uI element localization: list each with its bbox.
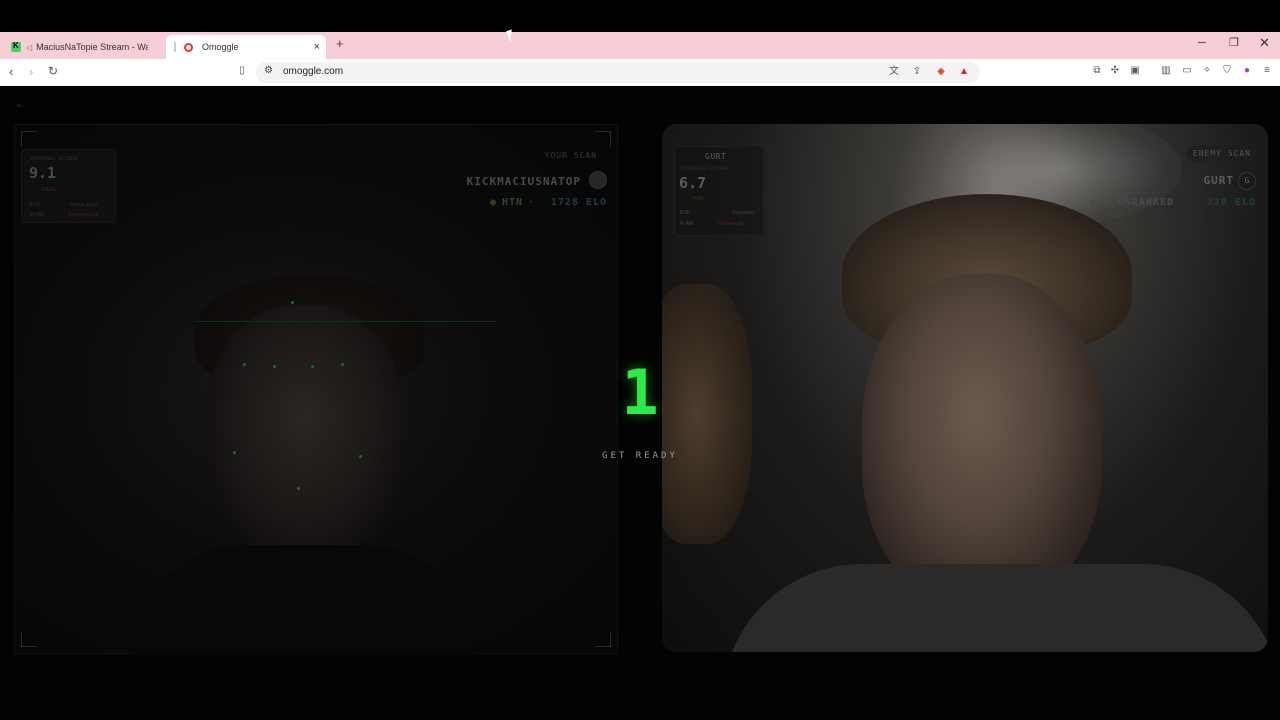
bookmark-icon[interactable]: ▯ — [236, 65, 248, 77]
brave-shields-icon[interactable]: ◆ — [935, 66, 947, 78]
enemy-rank: UNRANKED — [1117, 197, 1174, 208]
your-elo: 1728 ELO — [550, 197, 607, 208]
score-title: OVERALL SCORE — [680, 166, 729, 172]
wallet-icon[interactable]: ▭ — [1181, 65, 1193, 77]
stat-key: EYE — [30, 202, 41, 208]
browser-tab-strip: ◁ MaciusNaTopie Stream - Watch L Omoggle… — [0, 32, 1280, 59]
translate-icon[interactable]: 文 — [888, 66, 900, 78]
frame-corner — [21, 631, 37, 647]
enemy-rank-icon: ◇ — [1088, 197, 1096, 208]
webcam-torso — [135, 545, 475, 655]
score-tag: IDEAL — [42, 187, 57, 193]
your-avatar — [589, 171, 607, 189]
opponent-face — [862, 274, 1102, 604]
forward-icon[interactable]: › — [29, 64, 33, 79]
score-tag: HTN — [693, 196, 704, 202]
get-ready-label: GET READY — [602, 451, 678, 461]
enemy-card-name: GURT — [705, 152, 727, 161]
puzzle-icon[interactable]: ✣ — [1109, 65, 1121, 77]
stat-value: Asymmetrical — [68, 212, 99, 218]
enemy-username: GURT — [1203, 174, 1234, 187]
enemy-score-card: GURT OVERALL SCORE 6.7 HTN EYE Symmetry … — [674, 146, 764, 236]
score-title: OVERALL SCORE — [30, 156, 79, 162]
omoggle-favicon-icon — [184, 42, 193, 52]
extension-icon[interactable]: ⧉ — [1091, 65, 1103, 77]
new-tab-button[interactable]: + — [336, 36, 344, 51]
media-icon[interactable]: ▣ — [1129, 65, 1141, 77]
your-camera-feed: OVERALL SCORE 9.1 IDEAL EYE Hunter Eyes … — [14, 124, 618, 655]
rank-separator: · — [527, 197, 535, 208]
stat-value: Weaker jaw — [719, 221, 746, 227]
landmark-dot — [233, 451, 236, 454]
your-score-card: OVERALL SCORE 9.1 IDEAL EYE Hunter Eyes … — [21, 149, 116, 223]
brave-rewards-icon[interactable]: ▲ — [958, 66, 970, 78]
enemy-scan-label: ENEMY SCAN — [1185, 146, 1258, 161]
frame-corner — [21, 131, 37, 147]
close-window-icon[interactable]: ✕ — [1259, 35, 1270, 51]
profile-icon[interactable]: ● — [1241, 65, 1253, 77]
webcam-face — [205, 305, 405, 555]
countdown-number: 1 — [621, 356, 659, 429]
muted-speaker-icon[interactable]: ◁ — [26, 43, 32, 52]
leo-icon[interactable]: ✧ — [1201, 65, 1213, 77]
enemy-avatar: G — [1238, 172, 1256, 190]
back-icon[interactable]: ‹ — [9, 64, 13, 79]
close-tab-icon[interactable]: × — [314, 41, 320, 53]
vpn-icon[interactable]: ⛉ — [1221, 65, 1233, 77]
restore-icon[interactable]: ❐ — [1229, 36, 1239, 49]
reload-icon[interactable]: ↻ — [48, 64, 58, 78]
url-text: omoggle.com — [283, 66, 344, 77]
your-rank-icon: ● — [489, 197, 497, 208]
share-icon[interactable]: ⇪ — [911, 66, 923, 78]
opponent-torso — [722, 564, 1268, 652]
landmark-dot — [297, 487, 300, 490]
tab-divider — [174, 42, 176, 52]
your-username: KICKMACIUSNATOP — [466, 175, 581, 188]
enemy-elo: 320 ELO — [1206, 197, 1256, 208]
stat-key: EYE — [680, 210, 691, 216]
tab-label: MaciusNaTopie Stream - Watch L — [36, 42, 149, 52]
tab-stream[interactable]: ◁ MaciusNaTopie Stream - Watch L — [6, 35, 158, 59]
stat-value: Symmetry — [732, 210, 755, 216]
minimize-icon[interactable]: ─ — [1198, 37, 1206, 49]
landmark-dot — [273, 365, 276, 368]
tab-label: Omoggle — [202, 42, 239, 52]
landmark-dot — [243, 363, 246, 366]
tab-omoggle[interactable]: Omoggle × — [166, 35, 326, 59]
score-value: 6.7 — [679, 174, 707, 192]
scan-line — [195, 321, 495, 322]
stat-value: Hunter Eyes — [70, 202, 98, 208]
frame-corner — [595, 631, 611, 647]
browser-toolbar: ‹ › ↻ ▯ ⚙ omoggle.com 文 ⇪ ◆ ▲ ⧉ ✣ ▣ ▥ ▭ … — [0, 59, 1280, 86]
landmark-dot — [311, 365, 314, 368]
landmark-dot — [291, 301, 294, 304]
landmark-dot — [341, 363, 344, 366]
site-info-icon[interactable]: ⚙ — [264, 65, 273, 76]
address-bar[interactable]: ⚙ omoggle.com 文 ⇪ ◆ ▲ — [256, 62, 980, 83]
your-scan-label: YOUR SCAN — [544, 151, 597, 160]
landmark-dot — [359, 455, 362, 458]
frame-corner — [595, 131, 611, 147]
score-value: 9.1 — [29, 164, 57, 182]
header-logo-icon: ● ⁄ — [16, 100, 26, 110]
enemy-camera-feed: GURT OVERALL SCORE 6.7 HTN EYE Symmetry … — [662, 124, 1268, 652]
menu-icon[interactable]: ≡ — [1261, 65, 1273, 77]
screen-top-bar — [0, 0, 1280, 32]
omoggle-page: ● ⁄ OVERALL SCORE 9.1 IDEAL EYE Hunter E… — [0, 86, 1280, 720]
sidebar-icon[interactable]: ▥ — [1160, 65, 1172, 77]
your-rank: HTN — [501, 197, 523, 208]
stat-key: FLAW — [680, 221, 694, 227]
stat-key: FLAW — [30, 212, 44, 218]
kick-favicon-icon — [11, 41, 21, 52]
